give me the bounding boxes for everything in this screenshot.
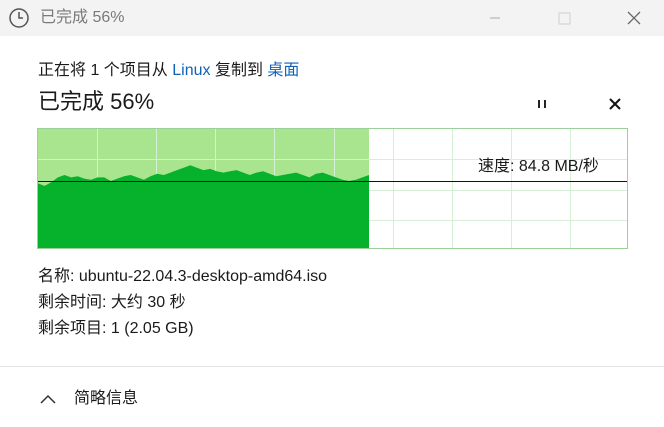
chevron-up-icon <box>40 394 56 404</box>
minimize-icon <box>490 17 500 19</box>
time-remaining-label: 剩余时间: <box>38 294 107 311</box>
file-name-row: 名称: ubuntu-22.04.3-desktop-amd64.iso <box>38 266 327 288</box>
close-icon <box>627 11 641 25</box>
time-remaining-row: 剩余时间: 大约 30 秒 <box>38 292 186 314</box>
close-icon <box>609 98 621 110</box>
items-remaining-value: 1 (2.05 GB) <box>110 320 194 337</box>
fewer-details-label: 简略信息 <box>74 390 139 407</box>
source-link[interactable]: Linux <box>172 62 210 79</box>
cancel-button[interactable] <box>603 94 627 114</box>
time-remaining-value: 大约 30 秒 <box>110 294 186 311</box>
items-remaining-label: 剩余项目: <box>38 320 107 337</box>
fewer-details-toggle[interactable]: 简略信息 <box>40 388 138 410</box>
maximize-icon <box>558 12 570 24</box>
pause-button[interactable] <box>530 94 554 114</box>
window-title: 已完成 56% <box>40 9 125 26</box>
destination-link[interactable]: 桌面 <box>267 62 299 79</box>
copy-middle: 复制到 <box>214 62 263 79</box>
minimize-button[interactable] <box>472 0 518 36</box>
speed-label: 速度: 84.8 MB/秒 <box>478 158 599 175</box>
items-remaining-row: 剩余项目: 1 (2.05 GB) <box>38 318 194 340</box>
file-name-value: ubuntu-22.04.3-desktop-amd64.iso <box>78 268 328 285</box>
speed-graph-canvas <box>38 129 627 248</box>
maximize-button[interactable] <box>541 0 587 36</box>
copy-prefix: 正在将 1 个项目从 <box>38 62 168 79</box>
close-window-button[interactable] <box>611 0 657 36</box>
transfer-speed-graph <box>37 128 628 249</box>
pause-icon <box>538 100 546 108</box>
title-bar: 已完成 56% <box>0 0 664 36</box>
progress-heading: 已完成 56% <box>38 89 155 114</box>
clock-icon <box>9 8 29 28</box>
file-name-label: 名称: <box>38 268 75 285</box>
copy-description: 正在将 1 个项目从 Linux 复制到 桌面 <box>38 60 299 82</box>
